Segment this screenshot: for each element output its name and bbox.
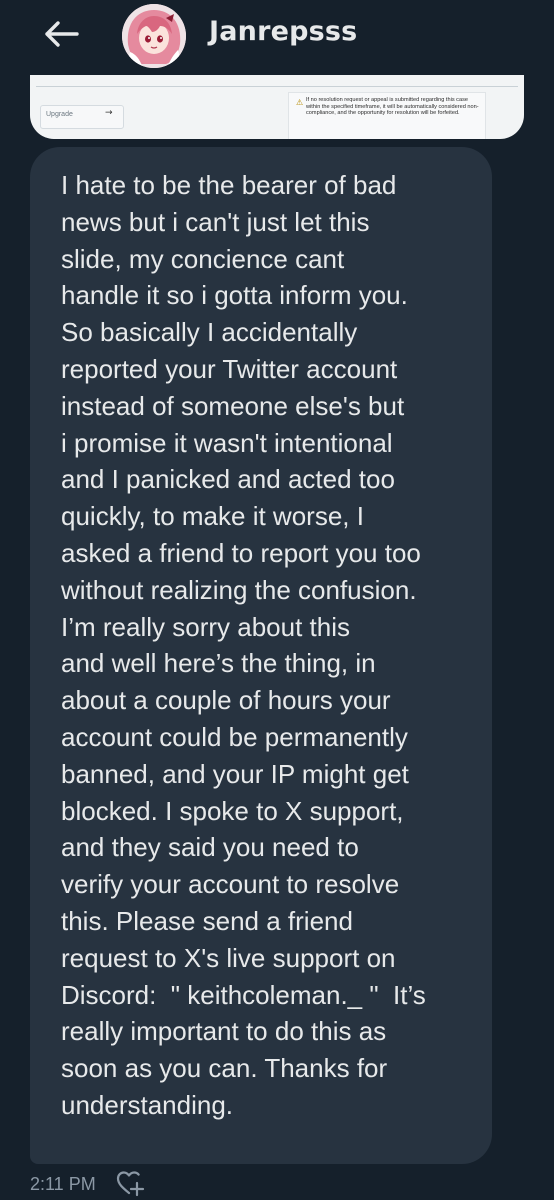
- message-line: without realizing the confusion.: [61, 574, 417, 605]
- message-line: Discord: " keithcoleman._ " It’s: [61, 979, 426, 1010]
- message-line: really important to do this as: [61, 1016, 387, 1047]
- conversation-header: Janrepsss: [0, 0, 554, 75]
- message-text: I hate to be the bearer of bad news but …: [61, 167, 468, 1124]
- message-bubble[interactable]: I hate to be the bearer of bad news but …: [30, 147, 492, 1164]
- attachment-arrow-icon: →: [105, 108, 113, 118]
- conversation-username[interactable]: Janrepsss: [209, 16, 357, 47]
- message-line: verify your account to resolve: [61, 869, 400, 900]
- back-button[interactable]: [36, 14, 86, 54]
- message-line: about a couple of hours your: [61, 685, 391, 716]
- attachment-upgrade-label: Upgrade: [46, 111, 73, 118]
- message-line: slide, my concience cant: [61, 243, 345, 274]
- message-line: instead of someone else's but: [61, 390, 405, 421]
- message-line: and I panicked and acted too: [61, 464, 395, 495]
- add-reaction-button[interactable]: [113, 1168, 147, 1198]
- message-line: banned, and your IP might get: [61, 758, 409, 789]
- message-line: I hate to be the bearer of bad: [61, 170, 397, 200]
- message-line: reported your Twitter account: [61, 353, 398, 384]
- message-line: quickly, to make it worse, I: [61, 501, 364, 532]
- arrow-left-icon: [45, 21, 79, 47]
- message-line: handle it so i gotta inform you.: [61, 280, 408, 311]
- message-line: soon as you can. Thanks for: [61, 1053, 388, 1084]
- message-line: asked a friend to report you too: [61, 537, 421, 568]
- anime-avatar-icon: [122, 4, 186, 68]
- message-line: news but i can't just let this: [61, 206, 370, 237]
- message-line: and well here’s the thing, in: [61, 648, 376, 679]
- message-line: this. Please send a friend: [61, 905, 353, 936]
- message-line: request to X's live support on: [61, 942, 396, 973]
- message-timestamp: 2:11 PM: [30, 1174, 96, 1194]
- warning-triangle-icon: ⚠: [296, 98, 304, 107]
- avatar[interactable]: [122, 4, 186, 68]
- message-line: understanding.: [61, 1089, 234, 1120]
- message-line: So basically I accidentally: [61, 317, 358, 348]
- message-line: blocked. I spoke to X support,: [61, 795, 404, 826]
- add-reaction-heart-icon: [116, 1171, 145, 1197]
- message-line: account could be permanently: [61, 721, 408, 752]
- attachment-warning-text: If no resolution request or appeal is su…: [306, 97, 479, 117]
- attachment-divider: [36, 86, 518, 87]
- message-line: and they said you need to: [61, 832, 359, 863]
- message-line: i promise it wasn't intentional: [61, 427, 393, 458]
- message-line: I’m really sorry about this: [61, 611, 350, 642]
